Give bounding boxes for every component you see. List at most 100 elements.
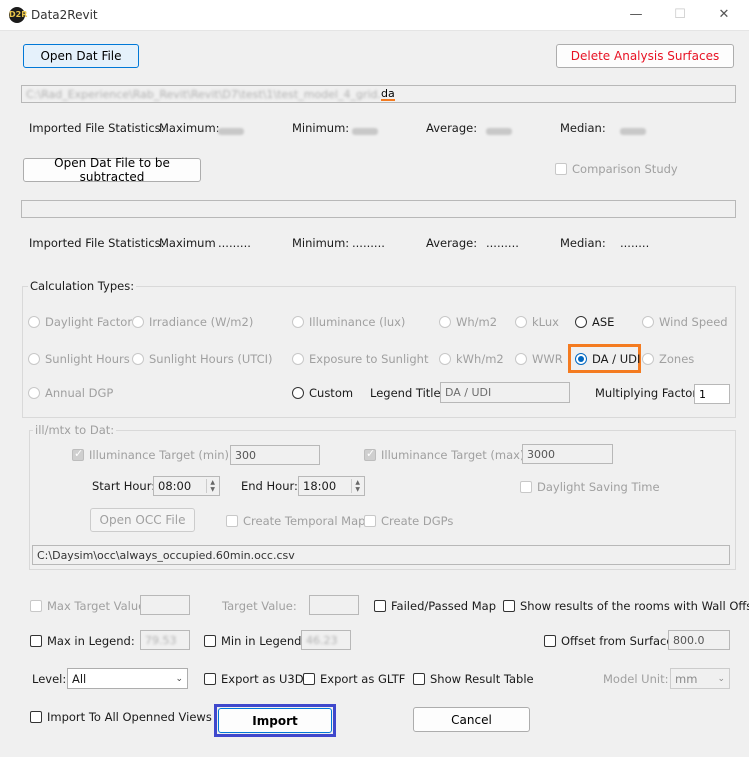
- radio-sunlight-hours-utci[interactable]: Sunlight Hours (UTCI): [132, 352, 273, 366]
- cancel-button[interactable]: Cancel: [413, 707, 530, 732]
- radio-label: kLux: [532, 315, 559, 329]
- radio-sunlight-hours[interactable]: Sunlight Hours: [28, 352, 130, 366]
- checkbox-label: Min in Legend:: [221, 634, 306, 648]
- stats-min-label: Minimum:: [292, 121, 350, 135]
- radio-label: kWh/m2: [456, 352, 504, 366]
- model-unit-value: mm: [675, 671, 698, 686]
- wall-offset-checkbox[interactable]: Show results of the rooms with Wall Offs…: [503, 599, 749, 613]
- stats2-label: Imported File Statistics:: [29, 236, 165, 250]
- maximize-button[interactable]: ☐: [660, 4, 700, 26]
- min-in-legend-checkbox[interactable]: Min in Legend:: [204, 634, 305, 648]
- radio-dot: [132, 353, 144, 365]
- checkbox-label: Failed/Passed Map: [391, 599, 496, 613]
- radio-label: Wh/m2: [456, 315, 498, 329]
- close-button[interactable]: ✕: [704, 4, 744, 26]
- import-all-views-checkbox[interactable]: Import To All Openned Views: [30, 710, 212, 724]
- stats-avg-value: [486, 124, 512, 138]
- radio-klux[interactable]: kLux: [515, 315, 559, 329]
- checkbox-label: Daylight Saving Time: [537, 480, 660, 494]
- open-dat-subtract-button[interactable]: Open Dat File to be subtracted: [23, 156, 201, 184]
- checkbox-box: [413, 673, 425, 685]
- dat-file-path-field[interactable]: C:\Rad_Experience\Rab_Revit\Revit\D7\tes…: [21, 85, 736, 103]
- subtract-file-path-field[interactable]: [21, 200, 736, 218]
- illuminance-target-min-input[interactable]: 300: [230, 445, 320, 465]
- failed-passed-map-checkbox[interactable]: Failed/Passed Map: [374, 599, 496, 613]
- spinner-value: 08:00: [158, 479, 192, 493]
- end-hour-spinner[interactable]: 18:00 ▲ ▼: [298, 476, 365, 496]
- import-button[interactable]: Import: [218, 708, 332, 733]
- export-gltf-checkbox[interactable]: Export as GLTF: [303, 672, 405, 686]
- create-temporal-map-checkbox[interactable]: Create Temporal Map: [226, 514, 365, 528]
- comparison-study-checkbox[interactable]: Comparison Study: [555, 162, 678, 176]
- radio-kwhm2[interactable]: kWh/m2: [439, 352, 504, 366]
- min-in-legend-input[interactable]: 46.23: [301, 630, 351, 650]
- delete-analysis-surfaces-button[interactable]: Delete Analysis Surfaces: [556, 44, 734, 68]
- radio-label: Exposure to Sunlight: [309, 352, 429, 366]
- radio-ase[interactable]: ASE: [575, 315, 614, 329]
- chevron-down-icon: ⌄: [717, 673, 725, 684]
- radio-annual-dgp[interactable]: Annual DGP: [28, 386, 113, 400]
- stats-label: Imported File Statistics:: [29, 121, 165, 135]
- radio-irradiance[interactable]: Irradiance (W/m2): [132, 315, 253, 329]
- open-occ-file-button[interactable]: Open OCC File: [90, 508, 195, 532]
- radio-exposure-to-sunlight[interactable]: Exposure to Sunlight: [292, 352, 428, 366]
- create-dgps-checkbox[interactable]: Create DGPs: [364, 514, 453, 528]
- export-u3d-checkbox[interactable]: Export as U3D: [204, 672, 304, 686]
- spinner-arrows-icon[interactable]: ▲ ▼: [206, 479, 215, 493]
- radio-wind-speed[interactable]: Wind Speed: [642, 315, 728, 329]
- stats2-median-label: Median:: [560, 236, 606, 250]
- max-in-legend-checkbox[interactable]: Max in Legend:: [30, 634, 135, 648]
- checkbox-box: [520, 481, 532, 493]
- illuminance-target-max-input[interactable]: 3000: [522, 444, 613, 464]
- minimize-button[interactable]: —: [616, 4, 656, 26]
- model-unit-dropdown[interactable]: mm ⌄: [670, 668, 730, 689]
- offset-from-surface-input[interactable]: 800.0: [668, 630, 730, 650]
- radio-custom[interactable]: Custom: [292, 386, 353, 400]
- radio-da-udi[interactable]: DA / UDI: [575, 352, 640, 366]
- stats-avg-label: Average:: [426, 121, 478, 135]
- max-target-value-checkbox[interactable]: Max Target Value:: [30, 599, 149, 613]
- radio-label: DA / UDI: [592, 352, 641, 366]
- checkbox-box: [303, 673, 315, 685]
- radio-dot: [515, 316, 527, 328]
- start-hour-spinner[interactable]: 08:00 ▲ ▼: [153, 476, 220, 496]
- illuminance-target-max-checkbox[interactable]: Illuminance Target (max):: [364, 447, 528, 462]
- start-hour-label: Start Hour:: [92, 479, 156, 493]
- radio-dot: [439, 353, 451, 365]
- radio-label: Irradiance (W/m2): [149, 315, 254, 329]
- stats2-avg-value: .........: [486, 236, 519, 250]
- radio-illuminance[interactable]: Illuminance (lux): [292, 315, 405, 329]
- radio-dot: [575, 353, 587, 365]
- radio-whm2[interactable]: Wh/m2: [439, 315, 497, 329]
- radio-label: Wind Speed: [659, 315, 728, 329]
- daylight-saving-checkbox[interactable]: Daylight Saving Time: [520, 480, 660, 494]
- radio-dot: [28, 387, 40, 399]
- multiplying-factor-label: Multiplying Factor:: [595, 386, 701, 400]
- legend-title-input[interactable]: DA / UDI: [440, 382, 570, 403]
- max-in-legend-value: 79.53: [145, 633, 177, 647]
- illuminance-target-min-checkbox[interactable]: Illuminance Target (min):: [72, 447, 233, 462]
- stats-max-label: Maximum:: [159, 121, 220, 135]
- level-label: Level:: [32, 672, 67, 686]
- radio-zones[interactable]: Zones: [642, 352, 694, 366]
- checkbox-box: [503, 600, 515, 612]
- radio-dot: [439, 316, 451, 328]
- offset-from-surface-checkbox[interactable]: Offset from Surface:: [544, 634, 677, 648]
- max-target-value-input[interactable]: [140, 595, 190, 615]
- checkbox-box: [30, 600, 42, 612]
- checkbox-box: [226, 515, 238, 527]
- radio-label: WWR: [532, 352, 563, 366]
- radio-daylight-factor[interactable]: Daylight Factor: [28, 315, 132, 329]
- checkbox-box: [30, 711, 42, 723]
- level-dropdown[interactable]: All ⌄: [67, 668, 188, 689]
- open-dat-file-button[interactable]: Open Dat File: [23, 44, 139, 68]
- radio-dot: [515, 353, 527, 365]
- radio-wwr[interactable]: WWR: [515, 352, 563, 366]
- target-value-input[interactable]: [309, 595, 359, 615]
- occ-file-path-field[interactable]: C:\Daysim\occ\always_occupied.60min.occ.…: [32, 545, 730, 565]
- radio-label: Illuminance (lux): [309, 315, 406, 329]
- max-in-legend-input[interactable]: 79.53: [140, 630, 190, 650]
- show-result-table-checkbox[interactable]: Show Result Table: [413, 672, 534, 686]
- spinner-arrows-icon[interactable]: ▲ ▼: [351, 479, 360, 493]
- multiplying-factor-input[interactable]: 1: [694, 384, 730, 404]
